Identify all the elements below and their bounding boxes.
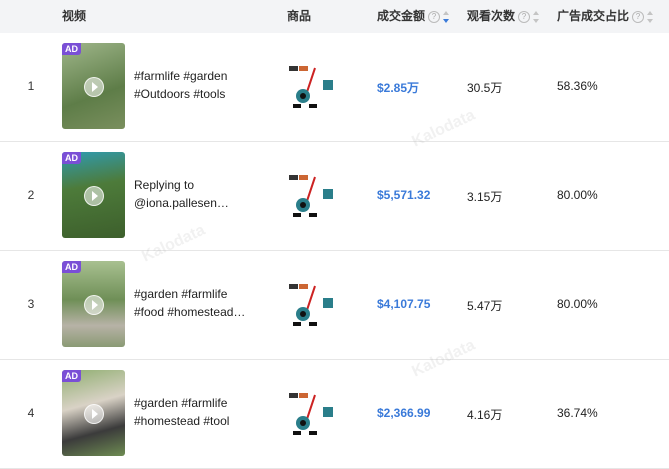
product-image[interactable] [287,280,337,328]
sales-value[interactable]: $4,107.75 [377,297,430,311]
play-icon[interactable] [84,186,104,206]
table-row[interactable]: 3 AD #garden #farmlife #food #homestead…… [0,251,669,360]
sales-value[interactable]: $5,571.32 [377,188,430,202]
col-ad-ratio-label: 广告成交占比 [557,9,630,23]
col-sales[interactable]: 成交金额? [377,0,450,33]
video-title[interactable]: #garden #farmlife #homestead #tool [134,394,259,430]
ranking-table: 视频 商品 成交金额? 观看次数? 广告成交占比? 1 AD #farmlife… [0,0,669,469]
help-icon[interactable]: ? [428,10,441,23]
row-index: 4 [27,406,35,420]
table-header: 视频 商品 成交金额? 观看次数? 广告成交占比? [0,0,669,33]
play-icon[interactable] [84,295,104,315]
ad-ratio-value: 80.00% [557,188,598,202]
sort-icon[interactable] [533,10,540,23]
video-title[interactable]: #farmlife #garden #Outdoors #tools [134,67,259,103]
title-line: #garden #farmlife [134,287,228,301]
title-line: #Outdoors #tools [134,87,226,101]
title-line: #food #homestead… [134,305,246,319]
table-row[interactable]: 1 AD #farmlife #garden #Outdoors #tools … [0,33,669,142]
product-image[interactable] [287,62,337,110]
title-line: #homestead #tool [134,414,230,428]
row-index: 1 [27,79,35,93]
product-image[interactable] [287,389,337,437]
col-video: 视频 [62,9,87,23]
col-ad-ratio[interactable]: 广告成交占比? [557,0,654,33]
table-row[interactable]: 2 AD Replying to @iona.pallesen… $5,571.… [0,142,669,251]
video-thumbnail[interactable]: AD [62,261,125,347]
help-icon[interactable]: ? [518,10,531,23]
title-line: #garden #farmlife [134,396,228,410]
row-index: 3 [27,297,35,311]
ad-badge: AD [62,43,81,55]
ad-ratio-value: 36.74% [557,406,598,420]
help-icon[interactable]: ? [632,10,645,23]
title-line: Replying to [134,178,195,192]
ad-ratio-value: 80.00% [557,297,598,311]
col-sales-label: 成交金额 [377,9,426,23]
sort-icon[interactable] [647,10,654,23]
views-value: 5.47万 [467,299,503,313]
row-index: 2 [27,188,35,202]
ad-ratio-value: 58.36% [557,79,598,93]
views-value: 3.15万 [467,190,503,204]
title-line: @iona.pallesen… [134,196,229,210]
video-title[interactable]: Replying to @iona.pallesen… [134,176,259,212]
sort-icon[interactable] [443,10,450,23]
play-icon[interactable] [84,77,104,97]
video-thumbnail[interactable]: AD [62,152,125,238]
views-value: 4.16万 [467,408,503,422]
ad-badge: AD [62,152,81,164]
views-value: 30.5万 [467,81,503,95]
col-views[interactable]: 观看次数? [467,0,540,33]
video-title[interactable]: #garden #farmlife #food #homestead… [134,285,259,321]
sales-value[interactable]: $2,366.99 [377,406,430,420]
product-image[interactable] [287,171,337,219]
col-views-label: 观看次数 [467,9,516,23]
play-icon[interactable] [84,404,104,424]
col-product: 商品 [287,9,312,23]
video-thumbnail[interactable]: AD [62,370,125,456]
ad-badge: AD [62,261,81,273]
title-line: #farmlife #garden [134,69,228,83]
ad-badge: AD [62,370,81,382]
video-thumbnail[interactable]: AD [62,43,125,129]
sales-value[interactable]: $2.85万 [377,79,419,96]
table-row[interactable]: 4 AD #garden #farmlife #homestead #tool … [0,360,669,469]
